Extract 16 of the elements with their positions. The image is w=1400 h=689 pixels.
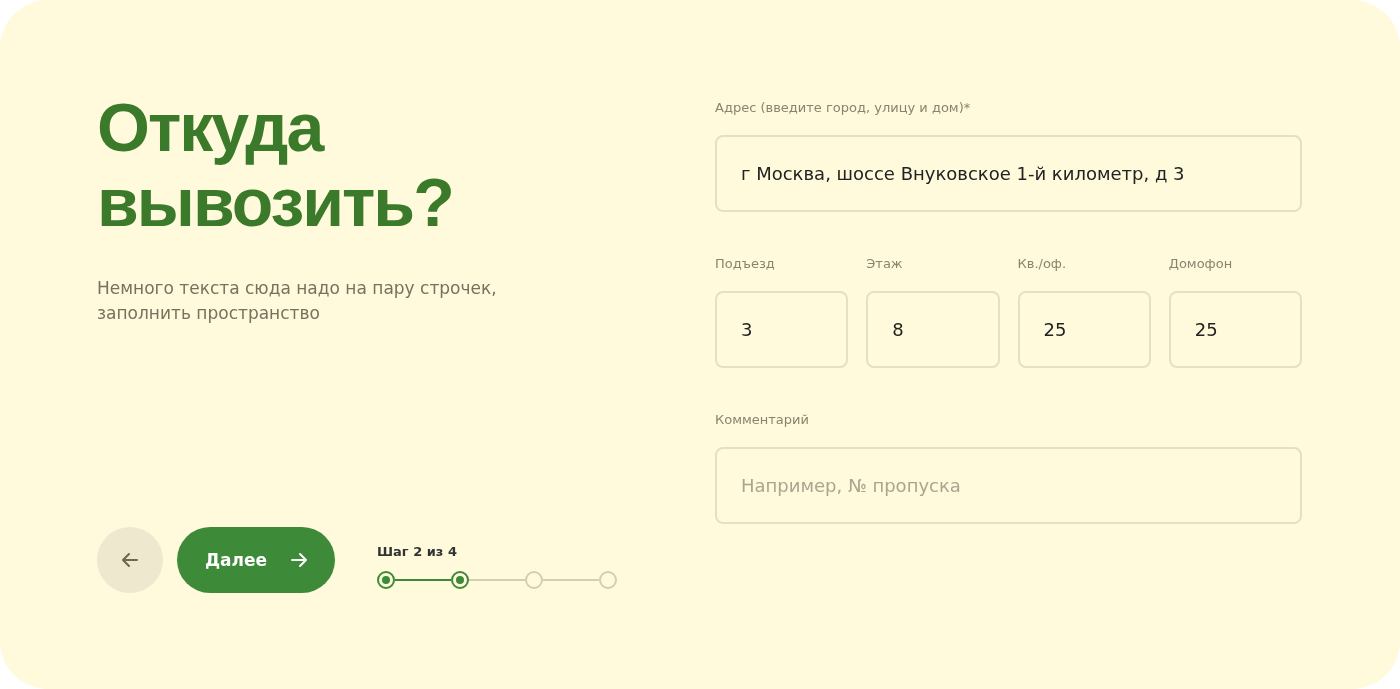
field-label: Этаж [866, 256, 904, 271]
page-title: Откуда вывозить? [97, 90, 454, 240]
input-field[interactable]: 25 [1168, 291, 1302, 368]
input-field[interactable]: 3 [715, 291, 849, 368]
input-field[interactable]: 8 [866, 291, 1000, 368]
field-label: Кв./оф. [1017, 256, 1068, 271]
input-field[interactable]: 25 [1017, 291, 1151, 368]
comment-field[interactable]: Например, № пропуска [715, 447, 1302, 524]
field-label: Домофон [1168, 256, 1234, 271]
field-label: Подъезд [715, 256, 776, 271]
address-field[interactable]: г Москва, шоссе Внуковское 1-й километр, д 3 [715, 135, 1302, 212]
step-counter: Шаг 2 из 4 [377, 544, 458, 560]
next-button[interactable]: Далее [176, 526, 335, 593]
field-label: Комментарий [715, 412, 810, 427]
subtitle: Немного текста сюда надо на пару строчек, заполнить пространство [97, 276, 498, 326]
field-label: Адрес (введите город, улицу и дом)* [715, 100, 972, 115]
